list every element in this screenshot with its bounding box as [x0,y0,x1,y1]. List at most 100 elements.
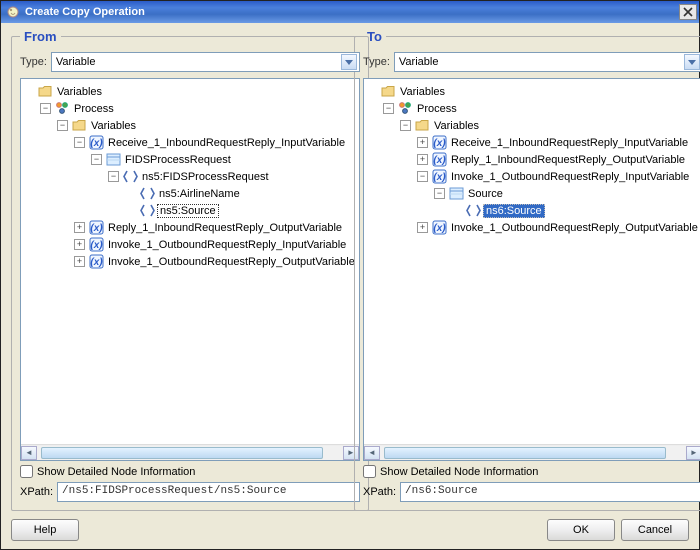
tree-node-label[interactable]: Receive_1_InboundRequestReply_InputVaria… [449,137,690,149]
expander-icon[interactable]: − [108,171,119,182]
help-button[interactable]: Help [11,519,79,541]
ok-button[interactable]: OK [547,519,615,541]
tree-node-label[interactable]: Source [466,188,505,200]
tree-row[interactable]: ns5:Source [23,202,357,219]
tree-row[interactable]: ns5:AirlineName [23,185,357,202]
scroll-right-icon[interactable]: ► [686,446,700,460]
to-type-value: Variable [399,56,439,68]
expander-icon[interactable]: − [417,171,428,182]
expander-icon[interactable]: − [383,103,394,114]
close-icon [683,7,693,17]
svg-text:(x): (x) [90,257,103,268]
dialog-footer: Help OK Cancel [11,511,689,541]
from-xpath-input[interactable]: /ns5:FIDSProcessRequest/ns5:Source [57,482,360,502]
from-hscrollbar[interactable]: ◄ ► [21,444,359,460]
expander-icon[interactable]: − [91,154,102,165]
dropdown-arrow-icon [684,54,700,70]
variable-icon: (x) [89,254,104,269]
variable-icon: (x) [432,152,447,167]
variable-icon: (x) [89,237,104,252]
tree-row[interactable]: − Variables [23,117,357,134]
to-hscrollbar[interactable]: ◄ ► [364,444,700,460]
to-xpath-input[interactable]: /ns6:Source [400,482,700,502]
folder-icon [72,118,87,133]
tree-node-label[interactable]: ns5:FIDSProcessRequest [140,171,271,183]
tree-row[interactable]: − Variables [366,117,700,134]
process-icon [398,101,413,116]
tree-node-label[interactable]: FIDSProcessRequest [123,154,233,166]
tree-row[interactable]: +(x)Invoke_1_OutboundRequestReply_Output… [366,219,700,236]
tree-row[interactable]: − Source [366,185,700,202]
tree-node-label[interactable]: Process [72,103,116,115]
tree-node-label[interactable]: ns5:Source [157,204,219,218]
tree-row[interactable]: −(x)Receive_1_InboundRequestReply_InputV… [23,134,357,151]
element-icon [123,169,138,184]
tree-node-label[interactable]: Reply_1_InboundRequestReply_OutputVariab… [449,154,687,166]
cancel-button[interactable]: Cancel [621,519,689,541]
tree-row[interactable]: − Process [23,100,357,117]
scroll-left-icon[interactable]: ◄ [364,446,380,460]
to-type-select[interactable]: Variable [394,52,700,72]
to-show-detailed-checkbox[interactable] [363,465,376,478]
tree-node-label[interactable]: Invoke_1_OutboundRequestReply_InputVaria… [449,171,691,183]
tree-node-label[interactable]: Process [415,103,459,115]
tree-node-label[interactable]: ns5:AirlineName [157,188,242,200]
variable-icon: (x) [432,135,447,150]
expander-icon[interactable]: − [40,103,51,114]
tree-row[interactable]: + (x)Reply_1_InboundRequestReply_OutputVa… [366,151,700,168]
variable-icon: (x) [89,135,104,150]
expander-icon[interactable]: + [74,256,85,267]
from-tree[interactable]: Variables−Process−Variables−(x)Receive_1… [21,79,359,444]
tree-node-label[interactable]: Reply_1_InboundRequestReply_OutputVariab… [106,222,344,234]
tree-row[interactable]: − ns5:FIDSProcessRequest [23,168,357,185]
folder-icon [381,84,396,99]
tree-row[interactable]: ns6:Source [366,202,700,219]
to-legend: To [363,29,386,44]
expander-icon[interactable]: − [434,188,445,199]
expander-icon[interactable]: + [417,137,428,148]
to-tree[interactable]: Variables−Process−Variables+(x)Receive_1… [364,79,700,444]
from-type-select[interactable]: Variable [51,52,360,72]
tree-row[interactable]: + (x)Reply_1_InboundRequestReply_OutputVa… [23,219,357,236]
tree-row[interactable]: − Process [366,100,700,117]
tree-row[interactable]: + (x)Invoke_1_OutboundRequestReply_InputV… [23,236,357,253]
tree-connector [125,188,136,199]
tree-node-label[interactable]: Variables [432,120,481,132]
from-show-detailed-checkbox[interactable] [20,465,33,478]
expander-icon[interactable]: + [417,222,428,233]
tree-node-label[interactable]: Variables [398,86,447,98]
expander-icon[interactable]: − [400,120,411,131]
svg-text:(x): (x) [90,223,103,234]
expander-icon[interactable]: + [74,222,85,233]
tree-row[interactable]: −(x)Invoke_1_OutboundRequestReply_InputV… [366,168,700,185]
tree-node-label[interactable]: Variables [89,120,138,132]
tree-row[interactable]: − FIDSProcessRequest [23,151,357,168]
to-show-detailed-label: Show Detailed Node Information [380,466,538,478]
tree-row[interactable]: + (x)Invoke_1_OutboundRequestReply_Output… [23,253,357,270]
tree-node-label[interactable]: ns6:Source [483,204,545,218]
tree-connector [125,205,136,216]
tree-row[interactable]: + (x)Receive_1_InboundRequestReply_InputV… [366,134,700,151]
tree-connector [366,86,377,97]
tree-node-label[interactable]: Invoke_1_OutboundRequestReply_OutputVari… [106,256,357,268]
expander-icon[interactable]: − [74,137,85,148]
svg-text:(x): (x) [90,240,103,251]
tree-node-label[interactable]: Variables [55,86,104,98]
folder-icon [38,84,53,99]
svg-text:(x): (x) [433,172,446,183]
tree-node-label[interactable]: Invoke_1_OutboundRequestReply_OutputVari… [449,222,700,234]
expander-icon[interactable]: + [74,239,85,250]
element-icon [140,186,155,201]
titlebar: Create Copy Operation [1,1,699,23]
tree-row[interactable]: Variables [23,83,357,100]
expander-icon[interactable]: − [57,120,68,131]
svg-text:(x): (x) [433,155,446,166]
tree-node-label[interactable]: Invoke_1_OutboundRequestReply_InputVaria… [106,239,348,251]
expander-icon[interactable]: + [417,154,428,165]
tree-node-label[interactable]: Receive_1_InboundRequestReply_InputVaria… [106,137,347,149]
close-button[interactable] [679,4,697,20]
tree-row[interactable]: Variables [366,83,700,100]
scroll-left-icon[interactable]: ◄ [21,446,37,460]
from-type-label: Type: [20,56,47,68]
to-type-label: Type: [363,56,390,68]
